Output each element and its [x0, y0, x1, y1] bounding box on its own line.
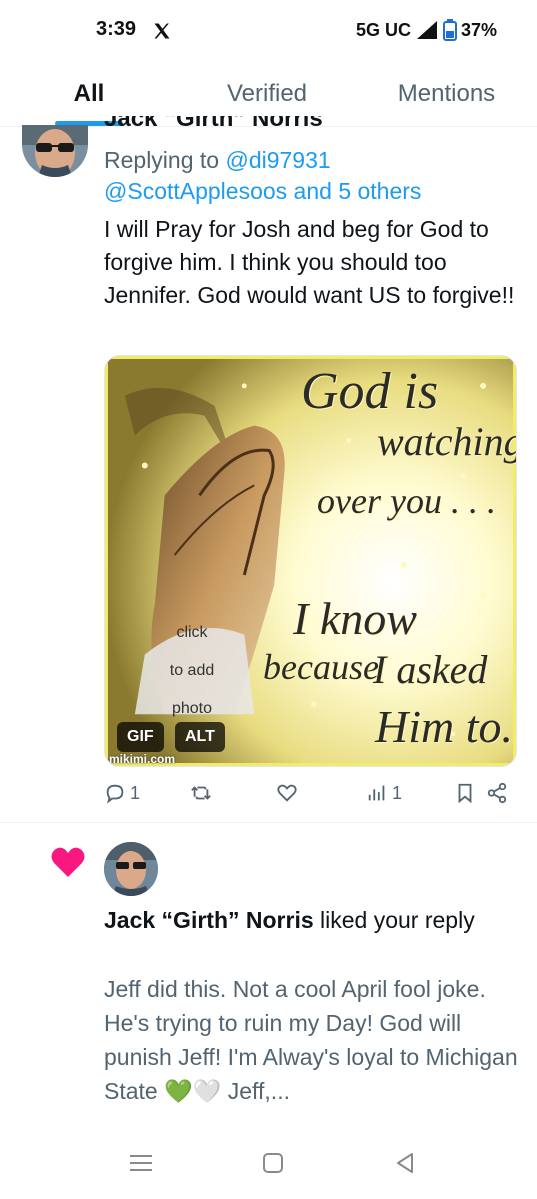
notification-avatar[interactable]: [104, 842, 158, 896]
recents-menu-icon[interactable]: [126, 1148, 156, 1178]
alt-badge[interactable]: ALT: [175, 722, 225, 752]
battery-icon: [442, 19, 457, 41]
gif-line-7: Him to.: [375, 701, 513, 752]
bookmark-button[interactable]: [454, 782, 476, 804]
gif-badge: GIF: [117, 722, 164, 752]
share-button[interactable]: [486, 782, 508, 804]
home-square-icon[interactable]: [258, 1148, 288, 1178]
retweet-icon: [191, 786, 211, 800]
tweet-action-bar: 1 1: [104, 782, 524, 810]
tab-verified-label: Verified: [226, 80, 308, 107]
share-icon: [487, 782, 507, 804]
tweet-text: I will Pray for Josh and beg for God to …: [104, 216, 515, 308]
x-logo-icon: [154, 23, 170, 39]
reply-count: 1: [130, 782, 141, 803]
system-nav-bar: [0, 1130, 537, 1199]
retweet-button[interactable]: [190, 782, 216, 804]
notification-text: Jeff did this. Not a cool April fool jok…: [104, 976, 518, 1104]
gif-watermark: mikimi.com: [109, 752, 176, 766]
gif-line-4: I know: [293, 593, 417, 644]
like-button[interactable]: [276, 782, 302, 804]
tweet-avatar[interactable]: [22, 125, 88, 177]
replying-handle[interactable]: @di97931: [225, 147, 330, 173]
gif-line-2: watching: [377, 419, 517, 464]
bookmark-icon: [458, 783, 472, 804]
replying-others[interactable]: @ScottApplesoos and 5 others: [104, 175, 421, 207]
heart-outline-icon: [277, 784, 297, 802]
gif-click-text: click to add photo: [169, 624, 215, 717]
notification-divider: [0, 822, 537, 823]
tweet-media-gif[interactable]: God is watching over you . . . I know be…: [104, 355, 517, 767]
views-button[interactable]: 1: [366, 782, 402, 804]
views-count: 1: [392, 782, 403, 803]
gif-line-1: God is: [301, 363, 439, 420]
network-label: 5G UC: [355, 19, 411, 40]
gif-line-5: because: [263, 647, 379, 687]
tab-mentions-label: Mentions: [397, 80, 496, 107]
heart-filled-icon: [51, 847, 85, 877]
gif-line-6: I asked: [373, 647, 488, 692]
views-chart-icon: [368, 785, 385, 801]
replying-to: Replying to @di97931: [104, 147, 331, 173]
tab-all-label: All: [73, 80, 105, 107]
gif-line-3: over you . . .: [317, 481, 496, 521]
back-triangle-icon[interactable]: [390, 1148, 420, 1178]
status-right: 5G UC 37%: [356, 19, 497, 41]
notification-title[interactable]: Jack “Girth” Norris liked your reply: [104, 904, 524, 937]
tab-mentions[interactable]: Mentions: [356, 62, 537, 126]
battery-label: 37%: [460, 19, 497, 40]
signal-icon: [416, 21, 437, 39]
tweet-author-clipped[interactable]: Jack “Girth” Norris: [104, 116, 323, 130]
status-time: 3:39: [96, 18, 137, 40]
notification-user[interactable]: Jack “Girth” Norris: [104, 907, 314, 933]
status-bar: 3:39 5G UC 37%: [0, 0, 537, 62]
notification-action: liked your reply: [313, 907, 475, 933]
reply-icon: [106, 784, 124, 804]
reply-button[interactable]: 1: [104, 782, 140, 804]
